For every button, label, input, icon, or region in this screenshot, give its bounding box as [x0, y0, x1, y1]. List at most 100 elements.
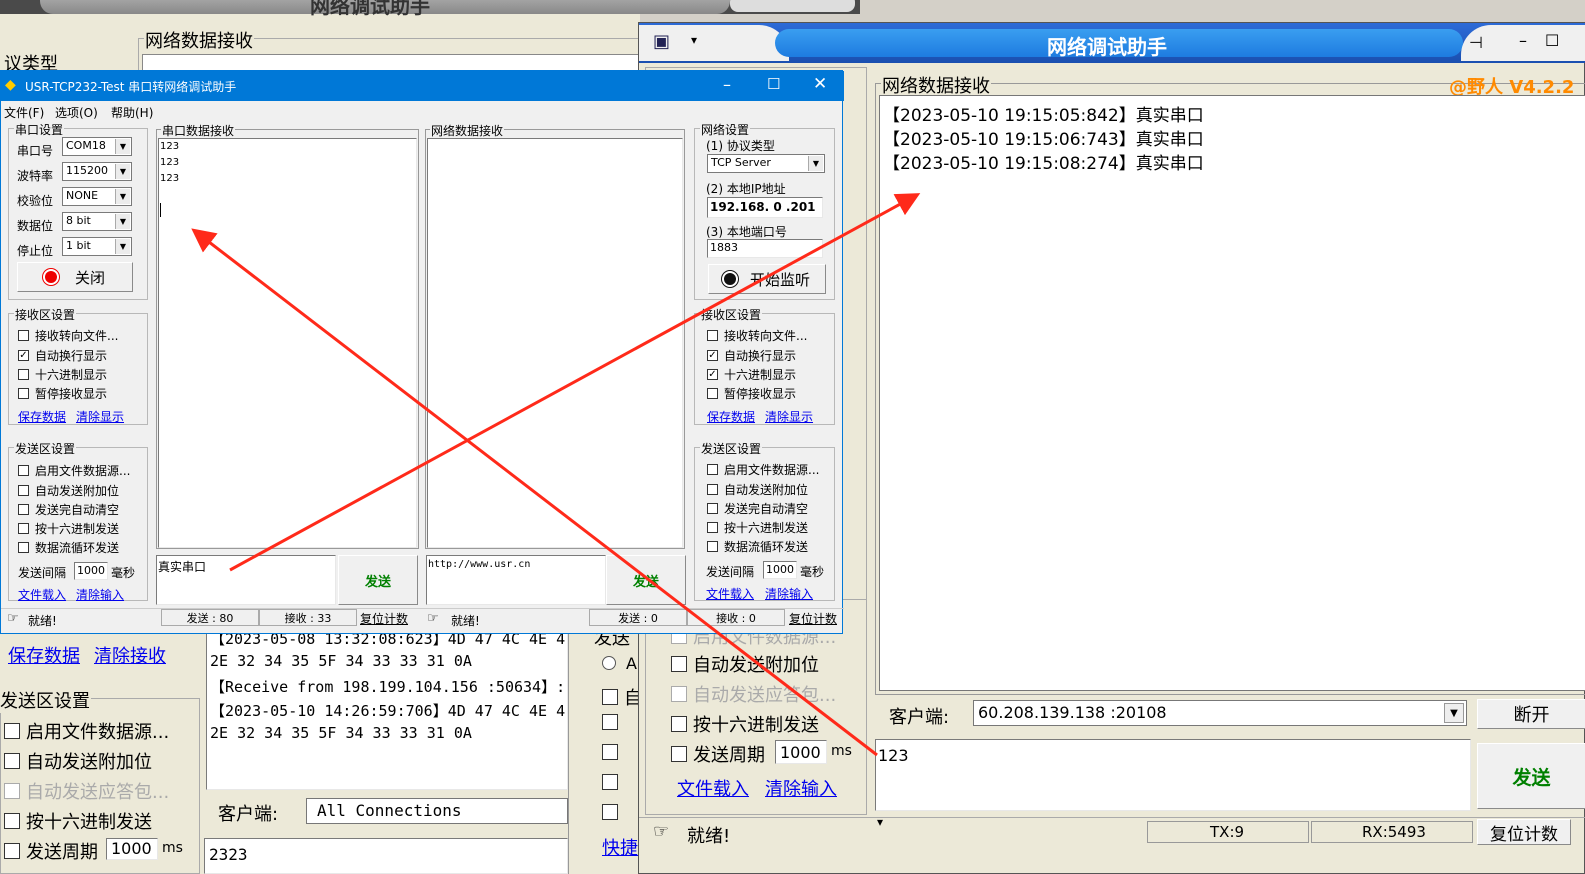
bg-send-opt-1[interactable]: 自动发送附加位	[4, 748, 152, 774]
net-send-opt-1[interactable]: 自动发送附加位	[707, 481, 808, 498]
net-recv-opt-2[interactable]: ✓ 十六进制显示	[707, 366, 796, 383]
bg-frag-chk-1[interactable]	[602, 714, 624, 730]
serial-dropdown-icon[interactable]: ▼	[115, 189, 130, 204]
bg-send-opt-4[interactable]: 发送周期	[4, 838, 98, 864]
send-opt-2[interactable]: 发送完自动清空	[18, 501, 119, 518]
bg-send-opt-3[interactable]: 按十六进制发送	[4, 808, 152, 834]
serial-field-select-1[interactable]: 115200 ▼	[62, 162, 132, 181]
right-period-input[interactable]: 1000	[775, 740, 827, 764]
serial-dropdown-icon[interactable]: ▼	[115, 139, 130, 154]
bg-frag-chk-2[interactable]	[602, 744, 624, 760]
save-data-link[interactable]: 保存数据	[18, 408, 66, 425]
send-interval-unit: 毫秒	[111, 566, 136, 580]
serial-recv-area	[158, 138, 417, 548]
right-opt-0[interactable]: 自动发送附加位	[671, 651, 819, 677]
right-clear-input-link[interactable]: 清除输入	[765, 775, 837, 801]
recv-opt-1[interactable]: ✓ 自动换行显示	[18, 347, 107, 364]
bg-frag-chk-3[interactable]	[602, 774, 624, 790]
serial-field-label-4: 停止位	[17, 244, 54, 258]
bg-send-input[interactable]: 2323	[204, 838, 568, 874]
local-port-input[interactable]: 1883	[707, 239, 823, 258]
maximize-icon[interactable]: ☐	[1545, 31, 1559, 50]
right-client-select[interactable]: 60.208.139.138 :20108 ▼	[973, 700, 1467, 726]
send-interval-input[interactable]: 1000	[74, 562, 108, 580]
net-send-opt-0[interactable]: 启用文件数据源...	[707, 461, 819, 478]
checkbox-icon	[707, 464, 718, 475]
right-opt-2[interactable]: 按十六进制发送	[671, 711, 819, 737]
bg-radio-a[interactable]	[602, 656, 616, 670]
disconnect-button[interactable]: 断开	[1477, 699, 1585, 729]
right-opt-3[interactable]: 发送周期	[671, 741, 765, 767]
net-clear-input-link[interactable]: 清除输入	[765, 585, 813, 602]
protocol-type-select[interactable]: TCP Server ▼	[707, 154, 825, 173]
bg-send-opt-0[interactable]: 启用文件数据源...	[4, 718, 169, 744]
pin-icon[interactable]: ⊣	[1469, 33, 1483, 52]
bg-clear-recv-link[interactable]: 清除接收	[94, 642, 166, 668]
right-app-icon[interactable]: ▣	[653, 31, 670, 52]
net-recv-opt-3[interactable]: 暂停接收显示	[707, 385, 796, 402]
send-opt-1[interactable]: 自动发送附加位	[18, 482, 119, 499]
usr-minimize-icon[interactable]: –	[723, 75, 731, 94]
listen-record-icon	[723, 273, 736, 285]
net-clear-display-link[interactable]: 清除显示	[765, 408, 813, 425]
usr-close-icon[interactable]: ✕	[813, 74, 827, 94]
clear-display-link[interactable]: 清除显示	[76, 408, 124, 425]
right-send-input[interactable]: 123	[875, 739, 1471, 811]
reset-count-right-button[interactable]: 复位计数	[789, 610, 837, 627]
net-send-button[interactable]: 发送	[606, 555, 686, 605]
send-opt-4[interactable]: 数据流循环发送	[18, 539, 119, 556]
net-recv-opt-1[interactable]: ✓ 自动换行显示	[707, 347, 796, 364]
menu-file[interactable]: 文件(F)	[4, 104, 44, 121]
right-reset-count-button[interactable]: 复位计数	[1477, 819, 1571, 845]
usr-app-icon: ◆	[5, 77, 16, 93]
usr-maximize-icon[interactable]: ☐	[767, 75, 780, 93]
checkbox-icon	[18, 465, 29, 476]
net-send-interval-input[interactable]: 1000	[763, 561, 797, 579]
rx-counter-box: RX:5493	[1311, 821, 1473, 843]
bg-send-opt-2: 自动发送应答包...	[4, 778, 169, 804]
minimize-icon[interactable]: –	[1519, 31, 1527, 50]
checkbox-icon	[707, 388, 718, 399]
net-send-opt-3[interactable]: 按十六进制发送	[707, 519, 808, 536]
net-send-opt-4[interactable]: 数据流循环发送	[707, 538, 808, 555]
serial-send-input[interactable]: 真实串口	[156, 555, 336, 605]
right-recv-area	[879, 95, 1585, 691]
net-file-load-link[interactable]: 文件载入	[706, 585, 754, 602]
clear-input-link[interactable]: 清除输入	[76, 586, 124, 603]
menu-options[interactable]: 选项(O)	[55, 104, 98, 121]
bg-client-select[interactable]: All Connections	[306, 798, 568, 824]
serial-field-select-4[interactable]: 1 bit ▼	[62, 237, 132, 256]
serial-dropdown-icon[interactable]: ▼	[115, 214, 130, 229]
close-port-button[interactable]: 关闭	[17, 262, 133, 292]
recv-opt-2[interactable]: 十六进制显示	[18, 366, 107, 383]
file-load-link[interactable]: 文件载入	[18, 586, 66, 603]
serial-dropdown-icon[interactable]: ▼	[115, 164, 130, 179]
right-file-load-link[interactable]: 文件载入	[677, 775, 749, 801]
net-send-opt-2[interactable]: 发送完自动清空	[707, 500, 808, 517]
bg-frag-chk-4[interactable]	[602, 804, 624, 820]
recv-opt-3[interactable]: 暂停接收显示	[18, 385, 107, 402]
serial-field-select-3[interactable]: 8 bit ▼	[62, 212, 132, 231]
send-opt-3[interactable]: 按十六进制发送	[18, 520, 119, 537]
serial-field-select-2[interactable]: NONE ▼	[62, 187, 132, 206]
recv-opt-0[interactable]: 接收转向文件...	[18, 327, 118, 344]
serial-dropdown-icon[interactable]: ▼	[115, 239, 130, 254]
serial-send-button[interactable]: 发送	[338, 555, 418, 605]
bg-frag-chk-0[interactable]: 自	[602, 684, 642, 710]
bg-save-data-link[interactable]: 保存数据	[8, 642, 80, 668]
reset-count-left-button[interactable]: 复位计数	[360, 610, 408, 627]
bg-period-input[interactable]: 1000	[106, 838, 158, 860]
right-send-button[interactable]: 发送	[1477, 743, 1585, 809]
local-ip-input[interactable]: 192.168. 0 .201	[707, 197, 823, 218]
net-recv-opt-0[interactable]: 接收转向文件...	[707, 327, 807, 344]
bg-quick-link[interactable]: 快捷	[602, 834, 638, 860]
net-save-data-link[interactable]: 保存数据	[707, 408, 755, 425]
send-opt-0[interactable]: 启用文件数据源...	[18, 462, 130, 479]
net-send-input[interactable]: http://www.usr.cn	[426, 555, 606, 605]
right-menu-arrow-icon[interactable]: ▾	[691, 33, 697, 47]
start-listen-button[interactable]: 开始监听	[708, 264, 826, 294]
menu-help[interactable]: 帮助(H)	[111, 104, 153, 121]
serial-field-select-0[interactable]: COM18 ▼	[62, 137, 132, 156]
protocol-dropdown-icon[interactable]: ▼	[808, 156, 823, 171]
right-client-dropdown-icon[interactable]: ▼	[1444, 703, 1464, 723]
